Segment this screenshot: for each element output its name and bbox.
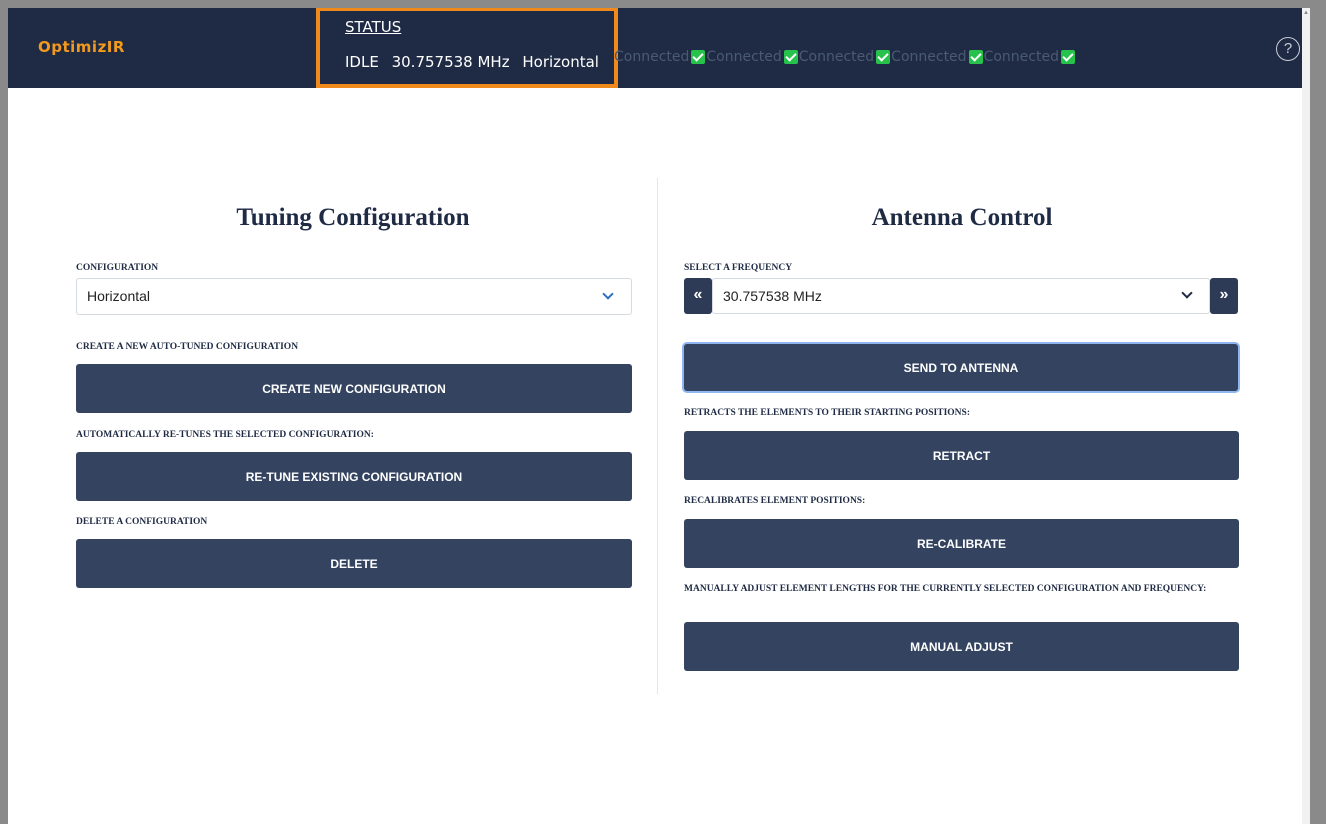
connection-label: Connected <box>706 49 782 65</box>
status-title-link[interactable]: STATUS <box>345 18 401 36</box>
frequency-select-value: 30.757538 MHz <box>723 288 822 304</box>
frequency-select[interactable]: 30.757538 MHz <box>712 278 1210 314</box>
status-frequency: 30.757538 MHz <box>391 53 510 71</box>
status-configuration: Horizontal <box>522 53 599 71</box>
delete-configuration-label: DELETE A CONFIGURATION <box>76 517 208 527</box>
manual-adjust-button[interactable]: MANUAL ADJUST <box>684 622 1239 671</box>
app-logo[interactable]: OptimizIR <box>38 38 125 56</box>
app-window: OptimizIR STATUS IDLE 30.757538 MHz Hori… <box>8 8 1310 824</box>
retune-existing-configuration-button[interactable]: RE-TUNE EXISTING CONFIGURATION <box>76 452 632 501</box>
check-icon <box>968 50 983 64</box>
connection-status-item: Connected <box>706 49 798 65</box>
manual-adjust-label: MANUALLY ADJUST ELEMENT LENGTHS FOR THE … <box>684 584 1207 594</box>
double-chevron-right-icon[interactable]: » <box>1210 278 1238 314</box>
check-icon <box>1060 50 1075 64</box>
send-to-antenna-button[interactable]: SEND TO ANTENNA <box>684 344 1238 391</box>
delete-button[interactable]: DELETE <box>76 539 632 588</box>
create-configuration-label: CREATE A NEW AUTO-TUNED CONFIGURATION <box>76 342 299 352</box>
retune-configuration-label: AUTOMATICALLY RE-TUNES THE SELECTED CONF… <box>76 430 374 440</box>
chevron-down-icon <box>602 288 614 300</box>
connection-status-item: Connected <box>984 49 1076 65</box>
connection-status-item: Connected <box>891 49 983 65</box>
antenna-control-title: Antenna Control <box>871 204 1053 231</box>
configuration-label: CONFIGURATION <box>76 263 159 273</box>
scrollbar[interactable]: ▲ <box>1302 8 1310 824</box>
tuning-configuration-title: Tuning Configuration <box>236 204 470 231</box>
scroll-up-arrow-icon[interactable]: ▲ <box>1303 10 1309 16</box>
check-icon <box>783 50 798 64</box>
create-new-configuration-button[interactable]: CREATE NEW CONFIGURATION <box>76 364 632 413</box>
panel-divider <box>657 178 658 694</box>
chevron-down-icon <box>1181 287 1193 299</box>
double-chevron-left-icon[interactable]: « <box>684 278 712 314</box>
check-icon <box>691 50 706 64</box>
check-icon <box>876 50 891 64</box>
retract-button[interactable]: RETRACT <box>684 431 1239 480</box>
connection-label: Connected <box>983 49 1059 65</box>
connection-status-item: Connected <box>614 49 706 65</box>
retract-label: RETRACTS THE ELEMENTS TO THEIR STARTING … <box>684 408 970 418</box>
connection-status-list: Connected Connected Connected Connected … <box>614 49 1076 65</box>
frequency-label: SELECT A FREQUENCY <box>684 263 793 273</box>
recalibrate-label: RECALIBRATES ELEMENT POSITIONS: <box>684 496 866 506</box>
configuration-select-value: Horizontal <box>87 288 151 304</box>
help-icon[interactable]: ? <box>1276 37 1300 61</box>
status-panel: STATUS IDLE 30.757538 MHz Horizontal <box>316 8 618 88</box>
connection-status-item: Connected <box>799 49 891 65</box>
recalibrate-button[interactable]: RE-CALIBRATE <box>684 519 1239 568</box>
status-state: IDLE <box>345 53 379 71</box>
connection-label: Connected <box>798 49 875 65</box>
connection-label: Connected <box>891 49 967 65</box>
status-line: IDLE 30.757538 MHz Horizontal <box>345 53 607 71</box>
connection-label: Connected <box>614 49 690 65</box>
top-bar: OptimizIR STATUS IDLE 30.757538 MHz Hori… <box>8 8 1310 88</box>
configuration-select[interactable]: Horizontal <box>76 278 632 315</box>
